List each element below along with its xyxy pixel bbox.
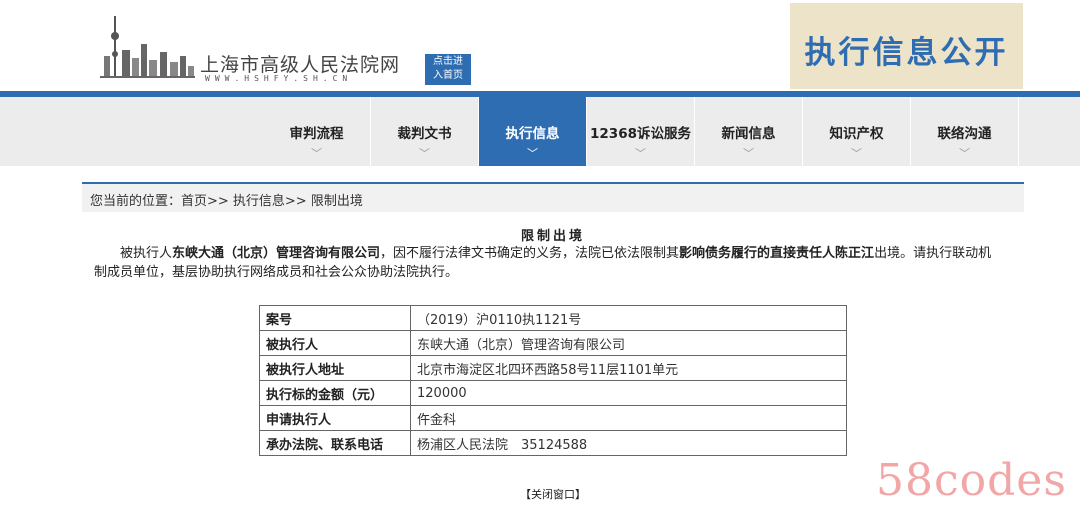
table-row: 申请执行人 仵金科 [259,405,847,431]
nav-label: 12368诉讼服务 [590,126,691,142]
nav-item-ip[interactable]: 知识产权 ﹀ [803,97,911,166]
breadcrumb: 您当前的位置：首页>> 执行信息>> 限制出境 [82,184,1024,212]
nav-item-contact[interactable]: 联络沟通 ﹀ [911,97,1019,166]
site-header: 上海市高级人民法院网 WWW.HSHFY.SH.CN 点击进 入首页 执行信息公… [0,0,1080,92]
nav-label: 新闻信息 [721,126,776,142]
notice-body: 被执行人东峡大通（北京）管理咨询有限公司，因不履行法律文书确定的义务，法院已依法… [94,244,1000,282]
row-key: 被执行人 [259,330,411,356]
row-value: 北京市海淀区北四环西路58号11层1101单元 [410,355,847,381]
nav-item-enforcement[interactable]: 执行信息 ﹀ [479,97,587,166]
court-url: WWW.HSHFY.SH.CN [205,74,353,83]
table-row: 被执行人地址 北京市海淀区北四环西路58号11层1101单元 [259,355,847,381]
nav-label: 执行信息 [505,126,560,142]
case-info-table: 案号 （2019）沪0110执1121号 被执行人 东峡大通（北京）管理咨询有限… [259,305,847,456]
section-banner: 执行信息公开 [790,3,1023,89]
row-key: 承办法院、联系电话 [259,430,411,456]
home-button[interactable]: 点击进 入首页 [425,54,471,85]
nav-item-judgments[interactable]: 裁判文书 ﹀ [371,97,479,166]
table-row: 被执行人 东峡大通（北京）管理咨询有限公司 [259,330,847,356]
notice-responsible: 影响债务履行的直接责任人陈正江 [679,246,875,261]
chevron-down-icon: ﹀ [419,147,430,160]
row-value: 杨浦区人民法院 35124588 [410,430,847,456]
row-value: （2019）沪0110执1121号 [410,305,847,331]
row-key: 被执行人地址 [259,355,411,381]
notice-text-2: ，因不履行法律文书确定的义务，法院已依法限制其 [380,246,680,261]
row-value: 120000 [410,380,847,406]
home-button-line1: 点击进 [433,56,463,67]
nav-item-12368-service[interactable]: 12368诉讼服务 ﹀ [587,97,695,166]
row-value: 仵金科 [410,405,847,431]
row-key: 申请执行人 [259,405,411,431]
row-key: 执行标的金额（元） [259,380,411,406]
court-name[interactable]: 上海市高级人民法院网 [200,50,400,77]
chevron-down-icon: ﹀ [851,147,862,160]
watermark: 58codes [876,455,1067,506]
nav-label: 知识产权 [829,126,884,142]
row-key: 案号 [259,305,411,331]
chevron-down-icon: ﹀ [743,147,754,160]
table-row: 承办法院、联系电话 杨浦区人民法院 35124588 [259,430,847,456]
notice-text-1: 被执行人 [120,246,173,261]
row-value: 东峡大通（北京）管理咨询有限公司 [410,330,847,356]
banner-title: 执行信息公开 [804,35,1009,71]
chevron-down-icon: ﹀ [635,147,646,160]
chevron-down-icon: ﹀ [311,147,322,160]
breadcrumb-text[interactable]: 您当前的位置：首页>> 执行信息>> 限制出境 [90,190,363,209]
nav-label: 联络沟通 [937,126,992,142]
chevron-down-icon: ﹀ [527,147,538,160]
notice-title: 限制出境 [520,229,585,244]
table-row: 执行标的金额（元） 120000 [259,380,847,406]
chevron-down-icon: ﹀ [959,147,970,160]
main-nav: 审判流程 ﹀ 裁判文书 ﹀ 执行信息 ﹀ 12368诉讼服务 ﹀ 新闻信息 ﹀ … [0,97,1080,166]
nav-label: 裁判文书 [397,126,452,142]
notice-entity: 东峡大通（北京）管理咨询有限公司 [172,246,381,261]
nav-label: 审判流程 [289,126,344,142]
shanghai-skyline-logo[interactable] [100,14,195,84]
table-row: 案号 （2019）沪0110执1121号 [259,305,847,331]
nav-item-trial-process[interactable]: 审判流程 ﹀ [263,97,371,166]
nav-item-news[interactable]: 新闻信息 ﹀ [695,97,803,166]
home-button-line2: 入首页 [433,70,463,81]
